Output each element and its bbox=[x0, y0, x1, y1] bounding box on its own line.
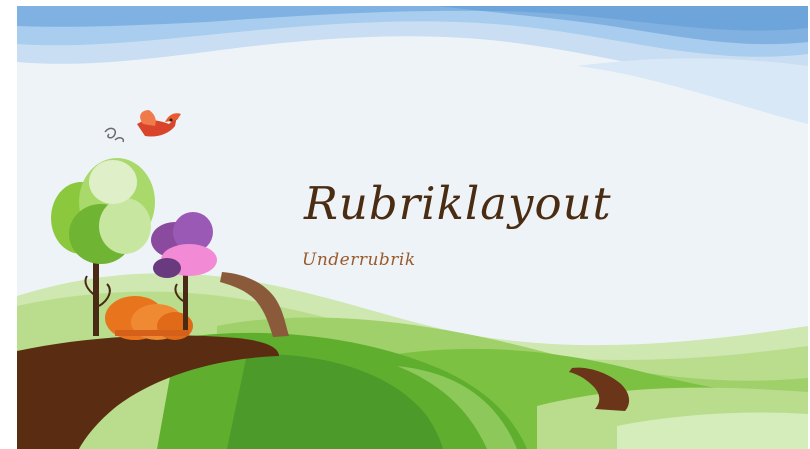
sky-waves bbox=[17, 6, 808, 124]
title-slide[interactable]: Rubriklayout Underrubrik bbox=[17, 6, 808, 449]
slide-title[interactable]: Rubriklayout bbox=[304, 174, 612, 234]
slide-subtitle[interactable]: Underrubrik bbox=[302, 248, 416, 272]
slide-canvas: Rubriklayout Underrubrik bbox=[0, 0, 810, 449]
bird-icon bbox=[104, 110, 181, 143]
